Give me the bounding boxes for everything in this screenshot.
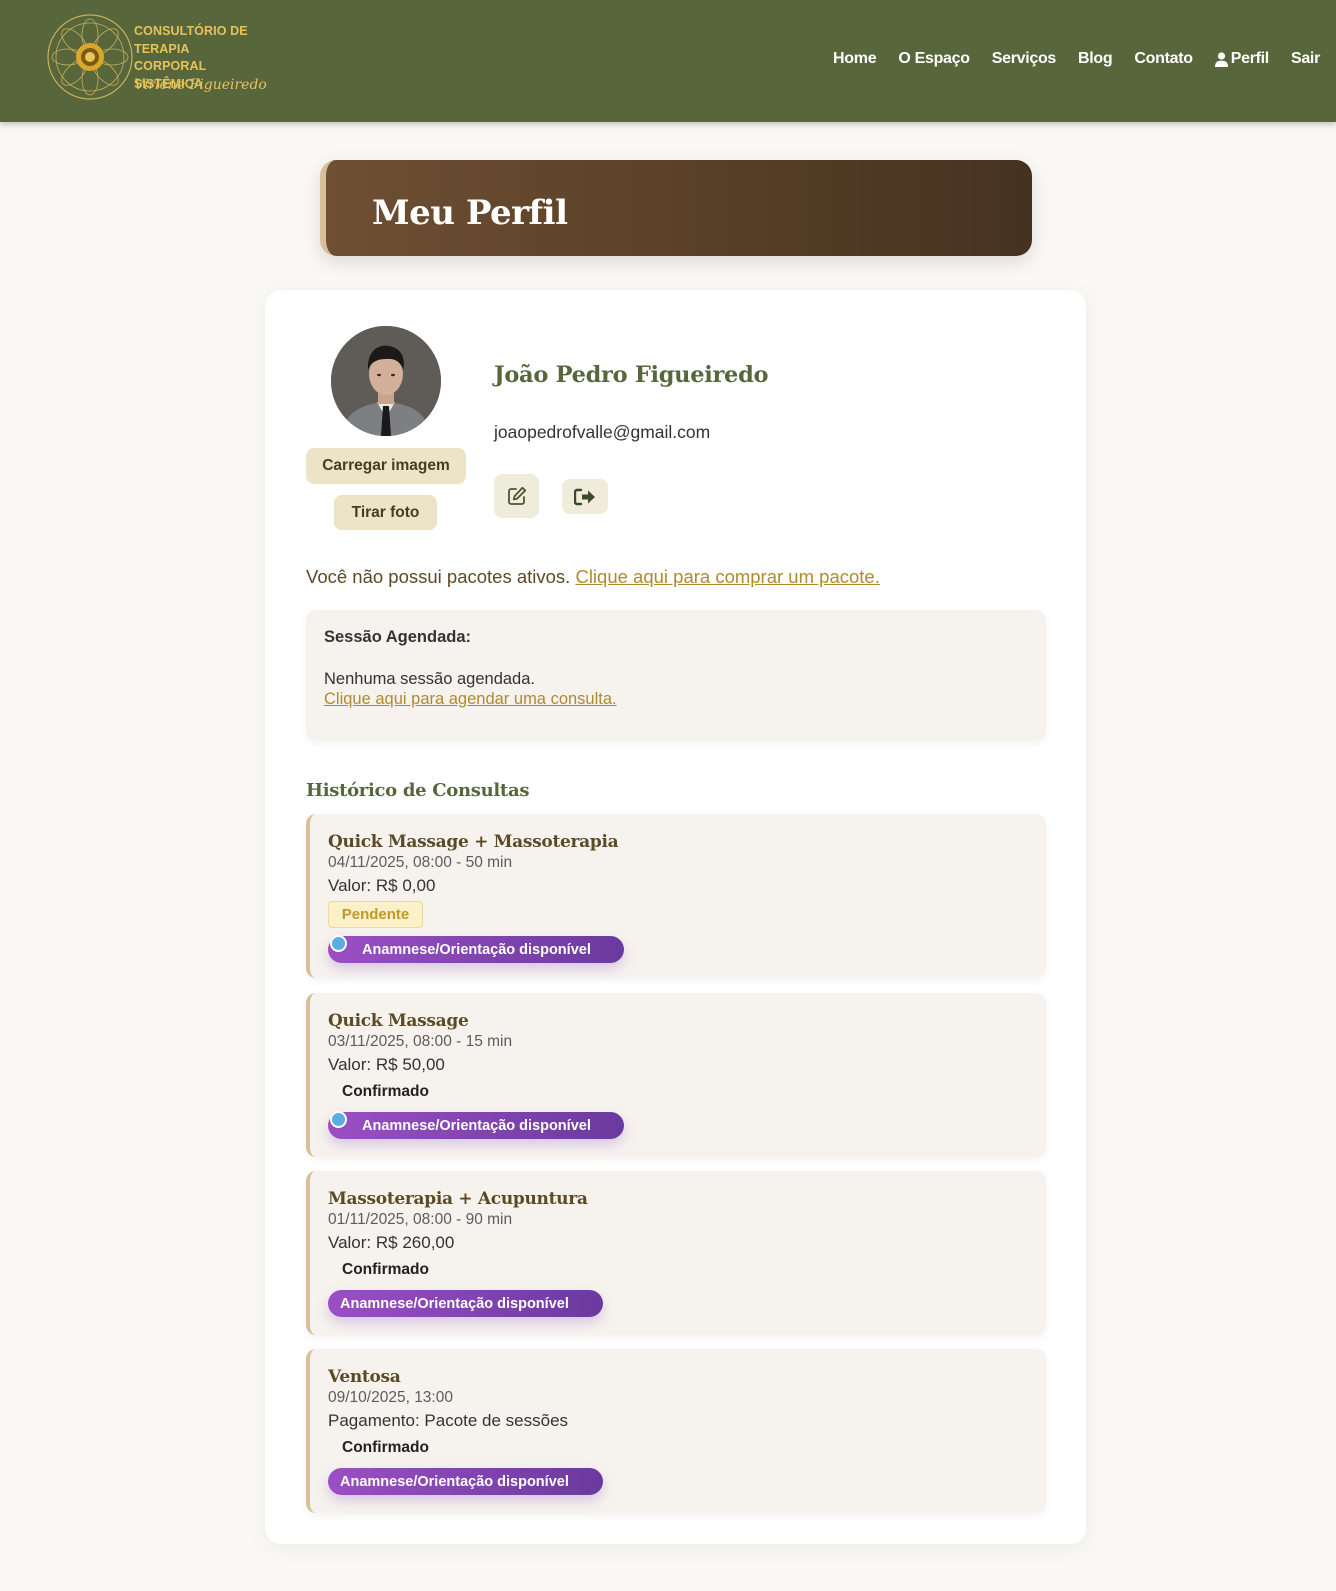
main-nav: Home O Espaço Serviços Blog Contato Perf… xyxy=(811,50,1336,68)
history-date: 01/11/2025, 08:00 - 90 min xyxy=(328,1211,513,1228)
logout-icon xyxy=(574,488,595,505)
upload-image-button[interactable]: Carregar imagem xyxy=(306,448,466,484)
history-date: 04/11/2025, 08:00 - 50 min xyxy=(328,854,513,871)
history-service-name: Massoterapia + Acupuntura xyxy=(328,1189,588,1209)
anamnese-button[interactable]: Anamnese/Orientação disponível xyxy=(328,935,624,963)
logo-signature: Virlene Figueiredo xyxy=(134,77,267,93)
history-value: Valor: R$ 50,00 xyxy=(328,1055,445,1074)
avatar xyxy=(331,326,441,436)
session-title: Sessão Agendada: xyxy=(324,628,472,646)
schedule-consultation-link[interactable]: Clique aqui para agendar uma consulta. xyxy=(324,690,617,709)
avatar-portrait-image xyxy=(331,326,441,436)
history-item: Massoterapia + Acupuntura 01/11/2025, 08… xyxy=(306,1171,1046,1335)
anamnese-label: Anamnese/Orientação disponível xyxy=(362,941,591,958)
history-service-name: Quick Massage xyxy=(328,1011,469,1031)
site-logo[interactable]: CONSULTÓRIO DE TERAPIA CORPORAL SISTÊMIC… xyxy=(46,13,267,103)
history-value: Valor: R$ 260,00 xyxy=(328,1233,455,1252)
history-date: 03/11/2025, 08:00 - 15 min xyxy=(328,1033,513,1050)
no-packages-message: Você não possui pacotes ativos. Clique a… xyxy=(306,566,880,588)
anamnese-button[interactable]: Anamnese/Orientação disponível xyxy=(328,1468,603,1495)
anamnese-button[interactable]: Anamnese/Orientação disponível xyxy=(328,1290,603,1317)
status-text: Confirmado xyxy=(342,1083,429,1100)
profile-card: Carregar imagem Tirar foto João Pedro Fi… xyxy=(265,290,1086,1544)
history-service-name: Ventosa xyxy=(328,1367,401,1387)
history-payment: Pagamento: Pacote de sessões xyxy=(328,1411,569,1430)
user-icon xyxy=(1214,51,1228,67)
take-photo-button[interactable]: Tirar foto xyxy=(334,495,437,530)
nav-home[interactable]: Home xyxy=(833,50,877,68)
notification-dot xyxy=(330,1111,347,1128)
logout-button[interactable] xyxy=(562,479,608,514)
nav-sair[interactable]: Sair xyxy=(1291,50,1320,68)
session-empty-text: Nenhuma sessão agendada. xyxy=(324,670,535,688)
history-item: Quick Massage + Massoterapia 04/11/2025,… xyxy=(306,814,1046,978)
top-navbar: CONSULTÓRIO DE TERAPIA CORPORAL SISTÊMIC… xyxy=(0,0,1336,122)
status-text: Confirmado xyxy=(342,1439,429,1456)
history-item: Ventosa 09/10/2025, 13:00 Pagamento: Pac… xyxy=(306,1349,1046,1513)
nav-servicos[interactable]: Serviços xyxy=(992,50,1057,68)
page-title-banner: Meu Perfil xyxy=(320,160,1032,256)
anamnese-label: Anamnese/Orientação disponível xyxy=(340,1295,569,1312)
notification-dot xyxy=(330,935,347,952)
nav-perfil-label: Perfil xyxy=(1230,50,1270,67)
history-date: 09/10/2025, 13:00 xyxy=(328,1389,453,1406)
no-packages-text: Você não possui pacotes ativos. xyxy=(306,566,576,587)
buy-package-link[interactable]: Clique aqui para comprar um pacote. xyxy=(575,566,879,587)
user-name: João Pedro Figueiredo xyxy=(494,362,769,388)
page-title: Meu Perfil xyxy=(372,193,568,233)
history-value: Valor: R$ 0,00 xyxy=(328,876,436,895)
nav-perfil[interactable]: Perfil xyxy=(1214,50,1270,68)
scheduled-session-box: Sessão Agendada: Nenhuma sessão agendada… xyxy=(306,610,1046,740)
anamnese-button[interactable]: Anamnese/Orientação disponível xyxy=(328,1111,624,1139)
history-service-name: Quick Massage + Massoterapia xyxy=(328,832,619,852)
nav-blog[interactable]: Blog xyxy=(1078,50,1113,68)
status-badge: Pendente xyxy=(328,901,423,928)
nav-o-espaco[interactable]: O Espaço xyxy=(898,50,970,68)
nav-contato[interactable]: Contato xyxy=(1134,50,1193,68)
history-title: Histórico de Consultas xyxy=(306,780,530,801)
edit-icon xyxy=(507,486,526,505)
user-email: joaopedrofvalle@gmail.com xyxy=(494,422,711,442)
history-item: Quick Massage 03/11/2025, 08:00 - 15 min… xyxy=(306,993,1046,1157)
anamnese-label: Anamnese/Orientação disponível xyxy=(340,1473,569,1490)
anamnese-label: Anamnese/Orientação disponível xyxy=(362,1117,591,1134)
mandala-logo-icon xyxy=(47,14,133,100)
status-text: Confirmado xyxy=(342,1261,429,1278)
edit-profile-button[interactable] xyxy=(494,474,539,518)
